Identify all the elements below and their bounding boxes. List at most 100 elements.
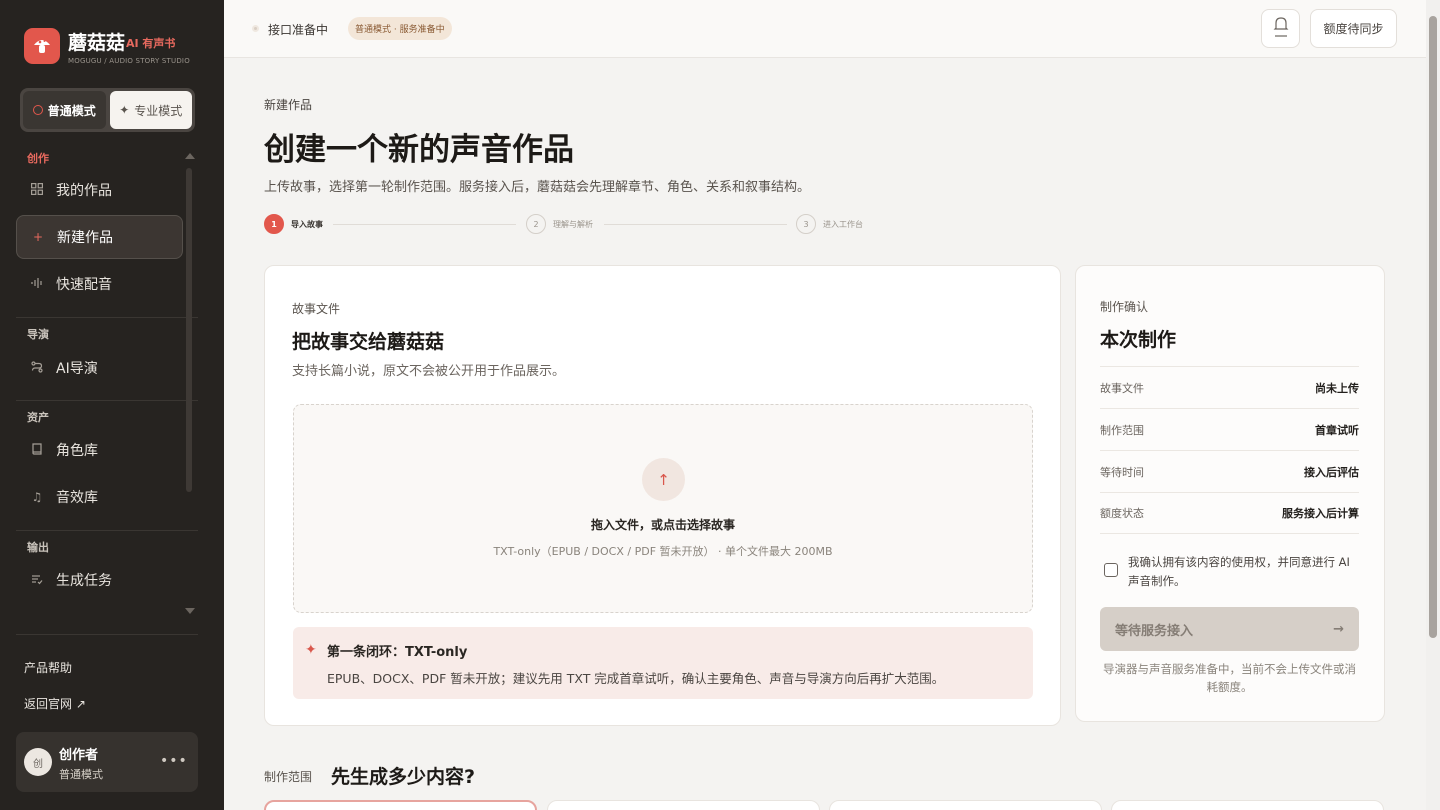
music-note-icon: ♫ [31, 490, 43, 504]
summary-key: 制作范围 [1100, 423, 1144, 437]
range-title: 先生成多少内容? [331, 766, 476, 788]
dropzone-hint: TXT-only（EPUB / DOCX / PDF 暂未开放） · 单个文件最… [493, 545, 833, 558]
route-icon [30, 360, 44, 376]
summary-value: 服务接入后计算 [1282, 507, 1359, 520]
page-title: 创建一个新的声音作品 [264, 132, 574, 168]
upload-eyebrow: 故事文件 [292, 302, 341, 316]
sidebar-item-label: AI导演 [56, 361, 98, 377]
submit-button[interactable]: 等待服务接入 → [1100, 607, 1359, 651]
page-scrollbar-thumb[interactable] [1429, 16, 1437, 638]
section-assets: 资产 [27, 411, 49, 424]
plus-icon: + [32, 230, 44, 244]
summary-title: 本次制作 [1100, 329, 1177, 351]
upload-arrow-icon: ↑ [642, 458, 685, 501]
range-option[interactable] [547, 800, 820, 810]
step-number: 3 [796, 214, 816, 234]
sparkle-icon: ✦ [119, 103, 130, 117]
arrow-right-icon: → [1333, 621, 1344, 637]
sidebar-item-sfx[interactable]: ♫ 音效库 [16, 475, 183, 519]
grid-icon [30, 182, 44, 198]
sidebar-item-label: 快速配音 [56, 277, 112, 293]
back-home-link[interactable]: 返回官网 ↗ [24, 695, 86, 712]
section-create: 创作 [27, 152, 49, 165]
scroll-down-arrow-icon[interactable] [185, 608, 195, 614]
status-dot-icon [252, 25, 259, 32]
sidebar-item-ai-director[interactable]: AI导演 [16, 346, 183, 390]
notice-body: EPUB、DOCX、PDF 暂未开放；建议先用 TXT 完成首章试听，确认主要角… [327, 671, 945, 686]
summary-key: 故事文件 [1100, 381, 1144, 395]
summary-card: 制作确认 本次制作 故事文件 尚未上传 制作范围 首章试听 等待时间 接入后评估… [1075, 265, 1385, 722]
avatar: 创 [24, 748, 52, 776]
user-card[interactable]: 创 创作者 普通模式 ••• [16, 732, 198, 792]
mode-normal-label: 普通模式 [47, 103, 96, 118]
consent-label: 我确认拥有该内容的使用权，并同意进行 AI 声音制作。 [1128, 555, 1350, 588]
summary-value: 接入后评估 [1304, 465, 1359, 479]
step-number: 2 [526, 214, 546, 234]
sidebar-item-label: 我的作品 [56, 183, 112, 199]
notification-button[interactable] [1261, 9, 1300, 48]
submit-label: 等待服务接入 [1115, 623, 1194, 639]
sidebar-item-new-work[interactable]: + 新建作品 [16, 215, 183, 259]
quota-button[interactable]: 额度待同步 [1310, 9, 1397, 48]
book-icon [30, 442, 44, 458]
upload-title: 把故事交给蘑菇菇 [292, 331, 445, 353]
sidebar-item-label: 角色库 [56, 443, 98, 459]
user-mode: 普通模式 [59, 768, 103, 781]
task-list-icon [30, 573, 44, 588]
page-description: 上传故事，选择第一轮制作范围。服务接入后，蘑菇菇会先理解章节、角色、关系和叙事结… [264, 180, 811, 195]
file-dropzone[interactable]: ↑ 拖入文件，或点击选择故事 TXT-only（EPUB / DOCX / PD… [293, 404, 1033, 613]
sidebar-item-characters[interactable]: 角色库 [16, 428, 183, 472]
sidebar: 蘑菇菇 AI 有声书 MOGUGU / AUDIO STORY STUDIO 普… [0, 0, 224, 810]
range-option[interactable] [1111, 800, 1384, 810]
mode-status-badge: 普通模式 · 服务准备中 [348, 17, 452, 40]
mode-normal-button[interactable]: 普通模式 [23, 91, 106, 129]
brand-badge: AI 有声书 [126, 37, 176, 50]
mode-switch: 普通模式 ✦ 专业模式 [20, 88, 195, 132]
mode-pro-button[interactable]: ✦ 专业模式 [109, 91, 192, 129]
step-connector [604, 224, 787, 225]
consent-checkbox[interactable] [1104, 563, 1118, 577]
step-parse: 2 理解与解析 [526, 214, 593, 234]
bell-icon [1273, 16, 1289, 42]
api-status: 接口准备中 [268, 23, 329, 37]
upload-card: 故事文件 把故事交给蘑菇菇 支持长篇小说，原文不会被公开用于作品展示。 ↑ 拖入… [264, 265, 1061, 726]
section-director: 导演 [27, 328, 49, 341]
step-label: 进入工作台 [823, 219, 863, 229]
user-name: 创作者 [59, 748, 99, 763]
upload-subtitle: 支持长篇小说，原文不会被公开用于作品展示。 [292, 364, 566, 379]
step-number: 1 [264, 214, 284, 234]
nav-divider [16, 400, 198, 401]
scroll-up-arrow-icon[interactable] [185, 153, 195, 159]
breadcrumb: 新建作品 [264, 98, 313, 112]
nav-divider [16, 317, 198, 318]
sidebar-item-tasks[interactable]: 生成任务 [16, 558, 183, 602]
range-option[interactable] [829, 800, 1102, 810]
more-options-icon[interactable]: ••• [160, 753, 188, 769]
summary-row: 等待时间 接入后评估 [1100, 450, 1359, 492]
step-label: 导入故事 [291, 219, 323, 229]
summary-row: 故事文件 尚未上传 [1100, 366, 1359, 408]
brand-subtitle: MOGUGU / AUDIO STORY STUDIO [68, 57, 190, 65]
section-output: 输出 [27, 541, 49, 554]
nav-divider [16, 530, 198, 531]
waveform-icon [30, 277, 44, 292]
summary-footnote: 导演器与声音服务准备中，当前不会上传文件或消耗额度。 [1103, 662, 1356, 694]
step-connector [333, 224, 516, 225]
topbar: 接口准备中 普通模式 · 服务准备中 额度待同步 [224, 0, 1426, 58]
brand-name: 蘑菇菇 [68, 32, 126, 54]
product-help-link[interactable]: 产品帮助 [24, 659, 72, 676]
sidebar-scrollbar[interactable] [186, 168, 192, 492]
sidebar-item-label: 生成任务 [56, 573, 112, 589]
range-option[interactable] [264, 800, 537, 810]
page-scrollbar[interactable] [1426, 0, 1440, 810]
sidebar-item-label: 新建作品 [57, 230, 113, 246]
notice-title: 第一条闭环：TXT-only [327, 645, 468, 660]
mushroom-logo-icon [24, 28, 60, 64]
txt-only-notice: ✦ 第一条闭环：TXT-only EPUB、DOCX、PDF 暂未开放；建议先用… [293, 627, 1033, 699]
range-eyebrow: 制作范围 [264, 770, 313, 784]
sidebar-item-quick-dub[interactable]: 快速配音 [16, 262, 183, 306]
sidebar-item-my-works[interactable]: 我的作品 [16, 168, 183, 212]
mode-pro-label: 专业模式 [134, 103, 183, 118]
summary-row: 制作范围 首章试听 [1100, 408, 1359, 450]
summary-value: 尚未上传 [1315, 381, 1359, 395]
